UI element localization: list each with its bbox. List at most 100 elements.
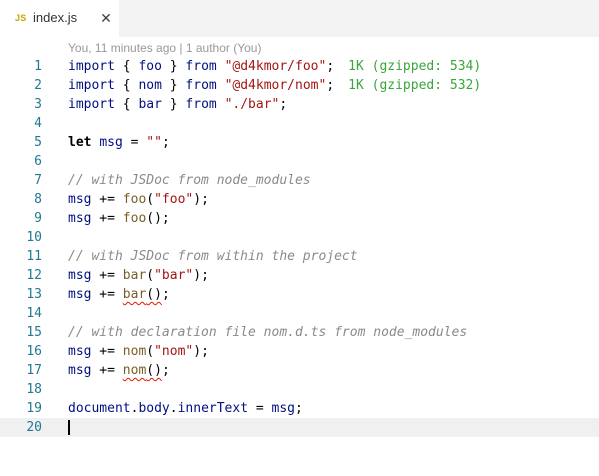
code-token: "@d4kmor/foo" bbox=[224, 59, 327, 74]
code-token: = bbox=[248, 401, 272, 416]
code-text: document.body.innerText = msg; bbox=[68, 399, 303, 418]
code-token: "nom" bbox=[154, 344, 194, 359]
error-squiggle-token: nom bbox=[122, 363, 147, 378]
code-line[interactable]: 9 msg += foo(); bbox=[0, 209, 599, 228]
code-token: "foo" bbox=[154, 192, 194, 207]
code-line[interactable]: 4 bbox=[0, 114, 599, 133]
code-line[interactable]: 2 import { nom } from "@d4kmor/nom"; 1K (g… bbox=[0, 76, 599, 95]
tab-label: index.js bbox=[33, 10, 78, 25]
code-line[interactable]: 19 document.body.innerText = msg; bbox=[0, 399, 599, 418]
line-number: 14 bbox=[26, 306, 42, 321]
code-line[interactable]: 20 bbox=[0, 418, 599, 437]
code-editor[interactable]: You, 11 minutes ago | 1 author (You) 1 im… bbox=[0, 37, 599, 476]
code-text: // with JSDoc from node_modules bbox=[68, 171, 311, 190]
line-number: 1 bbox=[34, 59, 42, 74]
code-line[interactable]: 13 msg += bar(); bbox=[0, 285, 599, 304]
code-token: // with JSDoc from within the project bbox=[68, 249, 358, 264]
code-token: += bbox=[91, 363, 123, 378]
code-text: msg += foo("foo"); bbox=[68, 190, 209, 209]
code-token: += bbox=[91, 287, 123, 302]
code-token: } bbox=[161, 59, 186, 74]
code-line[interactable]: 5 let msg = ""; bbox=[0, 133, 599, 152]
line-number: 5 bbox=[34, 135, 42, 150]
code-line[interactable]: 12 msg += bar("bar"); bbox=[0, 266, 599, 285]
line-number: 10 bbox=[26, 230, 42, 245]
code-token: . bbox=[169, 401, 178, 416]
code-token: msg bbox=[68, 344, 92, 359]
code-token: document bbox=[68, 401, 131, 416]
code-token: ; bbox=[279, 97, 288, 112]
code-line[interactable]: 14 bbox=[0, 304, 599, 323]
import-cost-hint: 1K (gzipped: 534) bbox=[348, 59, 482, 74]
code-token: from bbox=[185, 97, 217, 112]
code-token: { bbox=[114, 59, 139, 74]
code-token: import bbox=[68, 78, 115, 93]
close-icon[interactable]: ✕ bbox=[99, 10, 113, 26]
code-token: ; bbox=[161, 363, 170, 378]
code-token: "" bbox=[146, 135, 162, 150]
line-number: 6 bbox=[34, 154, 42, 169]
code-line[interactable]: 3 import { bar } from "./bar"; bbox=[0, 95, 599, 114]
code-line[interactable]: 1 import { foo } from "@d4kmor/foo"; 1K (g… bbox=[0, 57, 599, 76]
code-line[interactable]: 6 bbox=[0, 152, 599, 171]
code-text: import { bar } from "./bar"; bbox=[68, 95, 287, 114]
code-line[interactable]: 7 // with JSDoc from node_modules bbox=[0, 171, 599, 190]
code-token: msg bbox=[99, 135, 123, 150]
code-token: bar bbox=[122, 268, 147, 283]
code-token: foo bbox=[122, 192, 147, 207]
line-number: 18 bbox=[26, 382, 42, 397]
editor-window: JS index.js ✕ You, 11 minutes ago | 1 au… bbox=[0, 0, 599, 476]
javascript-file-icon: JS bbox=[15, 13, 27, 23]
code-line[interactable]: 11 // with JSDoc from within the project bbox=[0, 247, 599, 266]
code-token: { bbox=[114, 97, 139, 112]
code-token: } bbox=[161, 78, 186, 93]
error-squiggle-token: bar bbox=[122, 287, 147, 302]
code-line[interactable]: 8 msg += foo("foo"); bbox=[0, 190, 599, 209]
code-token: // with declaration file nom.d.ts from n… bbox=[68, 325, 468, 340]
code-line[interactable]: 10 bbox=[0, 228, 599, 247]
code-token: } bbox=[161, 97, 186, 112]
code-token: from bbox=[185, 78, 217, 93]
code-line[interactable]: 17 msg += nom(); bbox=[0, 361, 599, 380]
code-token: body bbox=[138, 401, 170, 416]
code-token: from bbox=[185, 59, 217, 74]
line-number: 17 bbox=[26, 363, 42, 378]
code-text: let msg = ""; bbox=[68, 133, 170, 152]
line-number: 13 bbox=[26, 287, 42, 302]
code-token: ; bbox=[295, 401, 303, 416]
code-line[interactable]: 16 msg += nom("nom"); bbox=[0, 342, 599, 361]
code-line[interactable]: 18 bbox=[0, 380, 599, 399]
code-token: foo bbox=[138, 59, 162, 74]
code-token: "bar" bbox=[154, 268, 194, 283]
code-token: ; bbox=[161, 287, 170, 302]
error-squiggle-token: () bbox=[146, 363, 162, 378]
code-token: msg bbox=[68, 363, 92, 378]
line-number: 15 bbox=[26, 325, 42, 340]
code-text: msg += foo(); bbox=[68, 209, 170, 228]
code-token: let bbox=[68, 135, 92, 150]
code-text: // with JSDoc from within the project bbox=[68, 247, 358, 266]
code-token: // with JSDoc from node_modules bbox=[68, 173, 311, 188]
code-token: "./bar" bbox=[224, 97, 280, 112]
code-token: nom bbox=[122, 344, 147, 359]
code-text: msg += nom("nom"); bbox=[68, 342, 209, 361]
line-number: 7 bbox=[34, 173, 42, 188]
code-token: import bbox=[68, 97, 115, 112]
code-token: ; bbox=[326, 59, 335, 74]
code-token: += bbox=[91, 268, 123, 283]
code-token: nom bbox=[138, 78, 162, 93]
code-line[interactable]: 15 // with declaration file nom.d.ts from… bbox=[0, 323, 599, 342]
code-token: += bbox=[91, 192, 123, 207]
code-token: ; bbox=[161, 135, 170, 150]
code-token: = bbox=[122, 135, 147, 150]
codelens-blame[interactable]: You, 11 minutes ago | 1 author (You) bbox=[68, 41, 261, 55]
text-cursor bbox=[68, 420, 70, 435]
code-token: foo bbox=[122, 211, 147, 226]
code-token: ); bbox=[193, 344, 209, 359]
tab-index-js[interactable]: JS index.js ✕ bbox=[0, 0, 119, 37]
error-squiggle-token: () bbox=[146, 287, 162, 302]
import-cost-hint: 1K (gzipped: 532) bbox=[348, 78, 482, 93]
